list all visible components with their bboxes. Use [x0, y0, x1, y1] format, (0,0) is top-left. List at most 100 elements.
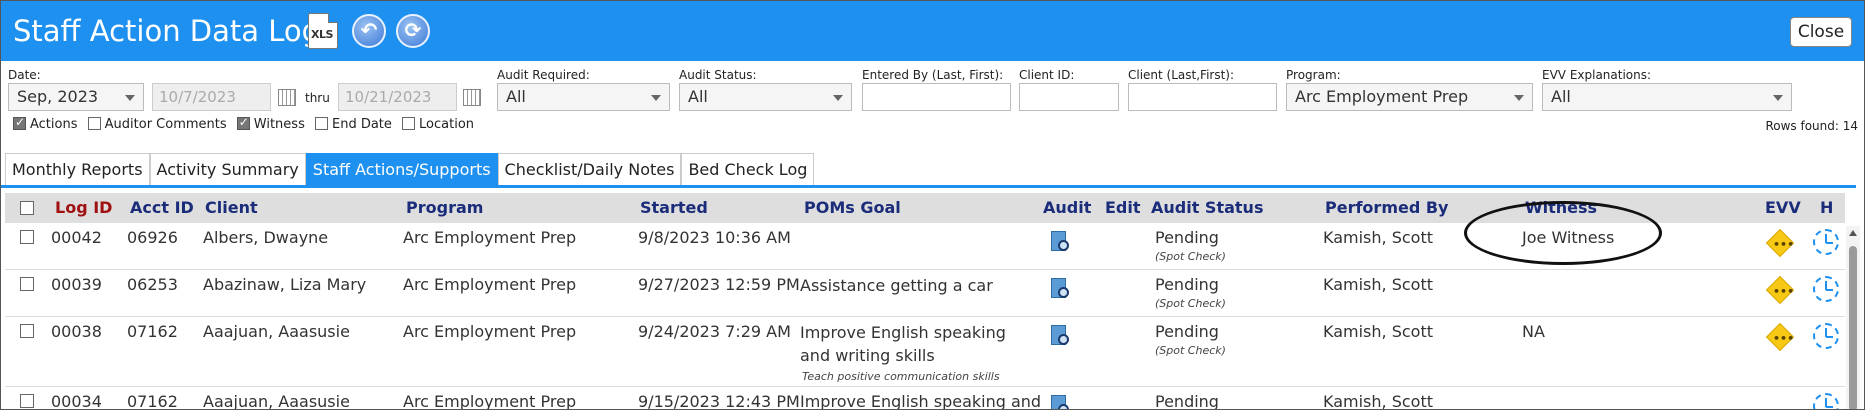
- from-date-input[interactable]: 10/7/2023: [152, 83, 271, 111]
- tab-bar: Monthly Reports Activity Summary Staff A…: [5, 153, 815, 185]
- program-select[interactable]: Arc Employment Prep: [1286, 83, 1533, 111]
- started-time: 9/27/2023 12:59 PM: [638, 275, 800, 294]
- audit-view-icon[interactable]: [1051, 325, 1073, 349]
- log-id: 00034: [51, 392, 102, 410]
- history-clock-icon[interactable]: [1813, 229, 1839, 255]
- auditor-comments-checkbox[interactable]: Auditor Comments: [87, 117, 227, 132]
- col-started[interactable]: Started: [640, 198, 708, 217]
- audit-status-sub: (Spot Check): [1155, 297, 1226, 310]
- history-clock-icon[interactable]: [1813, 323, 1839, 349]
- client-name: Aaajuan, Aaasusie: [203, 392, 350, 410]
- export-xls-icon[interactable]: XLS: [308, 13, 338, 49]
- poms-goal: Assistance getting a car: [800, 276, 993, 295]
- end-date-checkbox[interactable]: End Date: [314, 117, 392, 132]
- tab-activity-summary[interactable]: Activity Summary: [149, 153, 306, 185]
- app-window: Staff Action Data Log XLS ↶ ⟳ Close Date…: [0, 0, 1865, 410]
- table-scrollbar[interactable]: [1846, 226, 1860, 409]
- client-id-label: Client ID:: [1019, 68, 1075, 82]
- entered-by-input[interactable]: [862, 83, 1011, 111]
- audit-status: Pending: [1155, 392, 1219, 410]
- performed-by: Kamish, Scott: [1323, 322, 1433, 341]
- col-log-id[interactable]: Log ID: [55, 198, 112, 217]
- table-row[interactable]: 00038 07162 Aaajuan, Aaasusie Arc Employ…: [5, 317, 1845, 387]
- history-clock-icon[interactable]: [1813, 393, 1839, 409]
- evv-warning-icon[interactable]: •••: [1765, 228, 1795, 258]
- xls-label: XLS: [311, 28, 333, 41]
- client-name-input[interactable]: [1128, 83, 1277, 111]
- page-title: Staff Action Data Log: [13, 14, 321, 48]
- col-poms-goal[interactable]: POMs Goal: [804, 198, 901, 217]
- performed-by: Kamish, Scott: [1323, 392, 1433, 410]
- audit-status: Pending: [1155, 322, 1219, 341]
- title-bar: Staff Action Data Log XLS ↶ ⟳ Close: [1, 1, 1864, 61]
- client-name: Abazinaw, Liza Mary: [203, 275, 367, 294]
- tab-bed-check-log[interactable]: Bed Check Log: [681, 153, 815, 185]
- started-time: 9/8/2023 10:36 AM: [638, 228, 791, 247]
- acct-id: 06253: [127, 275, 178, 294]
- select-all-checkbox[interactable]: [20, 201, 34, 215]
- col-client[interactable]: Client: [205, 198, 258, 217]
- back-arrow-icon[interactable]: ↶: [352, 14, 386, 48]
- history-clock-icon[interactable]: [1813, 276, 1839, 302]
- actions-checkbox[interactable]: Actions: [13, 115, 78, 132]
- poms-goal: Improve English speaking and: [800, 392, 1042, 410]
- location-checkbox[interactable]: Location: [402, 117, 474, 132]
- witness-highlight-annotation: [1464, 201, 1662, 265]
- evv-warning-icon[interactable]: •••: [1765, 275, 1795, 305]
- witness-name: NA: [1522, 322, 1545, 341]
- started-time: 9/24/2023 7:29 AM: [638, 322, 791, 341]
- audit-status-label: Audit Status:: [679, 68, 757, 82]
- poms-goal-sub: Teach positive communication skills: [802, 370, 1000, 383]
- log-id: 00038: [51, 322, 102, 341]
- row-checkbox[interactable]: [20, 230, 34, 244]
- entered-by-label: Entered By (Last, First):: [862, 68, 1004, 82]
- table-row[interactable]: 00039 06253 Abazinaw, Liza Mary Arc Empl…: [5, 270, 1845, 317]
- refresh-icon[interactable]: ⟳: [396, 14, 430, 48]
- tab-monthly-reports[interactable]: Monthly Reports: [5, 153, 150, 185]
- scroll-up-icon[interactable]: [1849, 230, 1857, 236]
- col-evv[interactable]: EVV: [1765, 198, 1801, 217]
- date-select[interactable]: Sep, 2023: [8, 83, 144, 111]
- started-time: 9/15/2023 12:43 PM: [638, 392, 800, 410]
- tab-checklist-daily-notes[interactable]: Checklist/Daily Notes: [497, 153, 682, 185]
- audit-required-select[interactable]: All: [497, 83, 670, 111]
- witness-checkbox[interactable]: Witness: [236, 115, 305, 132]
- performed-by: Kamish, Scott: [1323, 275, 1433, 294]
- audit-status-select[interactable]: All: [679, 83, 852, 111]
- column-toggles: Actions Auditor Comments Witness End Dat…: [13, 115, 480, 132]
- log-id: 00042: [51, 228, 102, 247]
- col-audit[interactable]: Audit: [1043, 198, 1091, 217]
- col-performed-by[interactable]: Performed By: [1325, 198, 1448, 217]
- rows-found-count: Rows found: 14: [1765, 119, 1858, 133]
- log-id: 00039: [51, 275, 102, 294]
- audit-status: Pending: [1155, 228, 1219, 247]
- program-name: Arc Employment Prep: [403, 275, 577, 294]
- calendar-icon[interactable]: [278, 89, 296, 106]
- audit-view-icon[interactable]: [1051, 278, 1073, 302]
- audit-view-icon[interactable]: [1051, 395, 1073, 409]
- scroll-thumb[interactable]: [1849, 246, 1857, 409]
- col-history[interactable]: H: [1820, 198, 1833, 217]
- program-name: Arc Employment Prep: [403, 392, 577, 410]
- to-date-input[interactable]: 10/21/2023: [338, 83, 457, 111]
- acct-id: 07162: [127, 322, 178, 341]
- tab-staff-actions-supports[interactable]: Staff Actions/Supports: [305, 153, 498, 185]
- calendar-icon[interactable]: [463, 89, 481, 106]
- evv-warning-icon[interactable]: •••: [1765, 322, 1795, 352]
- client-id-input[interactable]: [1019, 83, 1119, 111]
- poms-goal: Improve English speaking and writing ski…: [800, 323, 1006, 365]
- row-checkbox[interactable]: [20, 277, 34, 291]
- close-button[interactable]: Close: [1790, 17, 1852, 47]
- row-checkbox[interactable]: [20, 324, 34, 338]
- col-edit[interactable]: Edit: [1105, 198, 1141, 217]
- row-checkbox[interactable]: [20, 394, 34, 408]
- col-acct-id[interactable]: Acct ID: [130, 198, 194, 217]
- program-name: Arc Employment Prep: [403, 322, 577, 341]
- acct-id: 07162: [127, 392, 178, 410]
- table-row[interactable]: 00034 07162 Aaajuan, Aaasusie Arc Employ…: [5, 387, 1845, 410]
- evv-explanations-select[interactable]: All: [1542, 83, 1792, 111]
- program-label: Program:: [1286, 68, 1341, 82]
- audit-view-icon[interactable]: [1051, 231, 1073, 255]
- col-program[interactable]: Program: [406, 198, 483, 217]
- col-audit-status[interactable]: Audit Status: [1151, 198, 1263, 217]
